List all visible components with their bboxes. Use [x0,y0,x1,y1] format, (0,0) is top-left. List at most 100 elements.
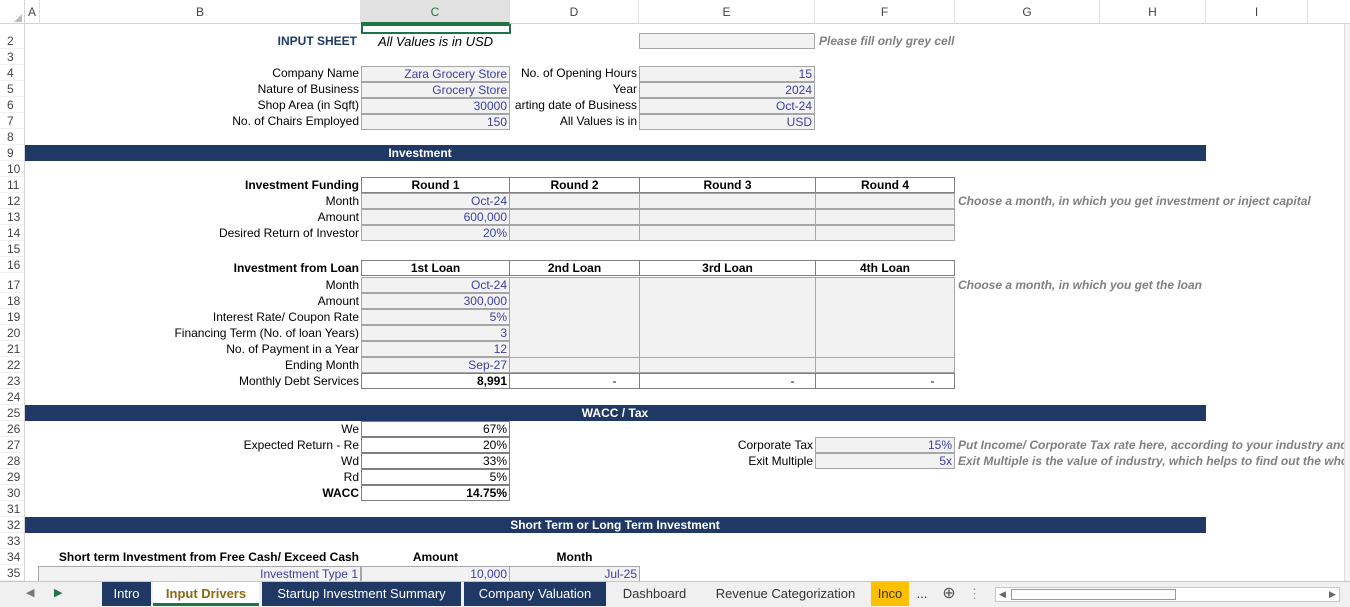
loan1-amount-input[interactable]: 300,000 [361,293,510,309]
row-number[interactable]: 8 [0,129,24,145]
opening-hours-input[interactable]: 15 [639,66,815,82]
loan1-rate-input[interactable]: 5% [361,309,510,325]
shop-area-input[interactable]: 30000 [361,98,510,114]
vertical-scrollbar[interactable] [1344,24,1350,581]
exit-multiple-hint: Exit Multiple is the value of industry, … [958,454,1344,468]
tab-scroll-right-icon[interactable]: ▶ [54,586,62,599]
loan1-term-input[interactable]: 3 [361,325,510,341]
add-sheet-icon[interactable]: ⊕ [939,582,959,606]
loan1-payments-input[interactable]: 12 [361,341,510,357]
round4-month-input[interactable] [815,193,955,209]
scroll-right-arrow-icon[interactable]: ▶ [1326,588,1339,601]
row-number[interactable]: 14 [0,225,24,241]
tab-revenue-categorization[interactable]: Revenue Categorization [703,582,868,606]
we-value: 67% [361,421,510,437]
corp-tax-input[interactable]: 15% [815,437,955,453]
tab-company-valuation[interactable]: Company Valuation [464,582,606,606]
row-number[interactable]: 17 [0,277,24,293]
row-number[interactable]: 19 [0,309,24,325]
round3-month-input[interactable] [639,193,816,209]
active-cell-c1[interactable] [361,24,511,34]
loan2-inputs[interactable] [509,277,640,358]
scroll-left-arrow-icon[interactable]: ◀ [996,588,1009,601]
row-number[interactable]: 28 [0,453,24,469]
row-number[interactable]: 30 [0,485,24,501]
col-h[interactable]: H [1100,0,1206,24]
row-number[interactable]: 12 [0,193,24,209]
col-e[interactable]: E [639,0,815,24]
loan3-inputs[interactable] [639,277,816,358]
horizontal-scrollbar[interactable]: ◀ ▶ [995,587,1340,602]
row-number[interactable]: 20 [0,325,24,341]
row-number[interactable]: 26 [0,421,24,437]
loan1-month-input[interactable]: Oct-24 [361,277,510,293]
chairs-input[interactable]: 150 [361,114,510,130]
company-name-input[interactable]: Zara Grocery Store [361,66,510,82]
tab-startup-investment-summary[interactable]: Startup Investment Summary [262,582,461,606]
row-number[interactable]: 35 [0,565,24,581]
nature-input[interactable]: Grocery Store [361,82,510,98]
tab-input-drivers[interactable]: Input Drivers [153,582,259,606]
tab-income[interactable]: Inco [871,582,909,606]
row-number[interactable]: 34 [0,549,24,565]
row-number[interactable]: 10 [0,161,24,177]
row-number[interactable]: 24 [0,389,24,405]
select-all-corner[interactable] [0,0,25,24]
row-number[interactable]: 6 [0,97,24,113]
row-number[interactable]: 32 [0,517,24,533]
row-number[interactable]: 31 [0,501,24,517]
round4-return-input[interactable] [815,225,955,241]
rd-value: 5% [361,469,510,485]
row-number[interactable]: 16 [0,257,24,273]
splitter-handle-icon[interactable]: ⋮ [968,582,981,606]
values-in-input[interactable]: USD [639,114,815,130]
row-number[interactable]: 5 [0,81,24,97]
col-c[interactable]: C [361,0,510,24]
row-number[interactable]: 33 [0,533,24,549]
round2-month-input[interactable] [509,193,640,209]
round1-amount-input[interactable]: 600,000 [361,209,510,225]
tab-overflow-ellipsis[interactable]: ... [910,582,934,606]
col-i[interactable]: I [1206,0,1308,24]
row-number[interactable]: 29 [0,469,24,485]
row-number[interactable]: 25 [0,405,24,421]
col-f[interactable]: F [815,0,955,24]
row-number[interactable]: 4 [0,65,24,81]
round2-return-input[interactable] [509,225,640,241]
investment-type-1-month[interactable]: Jul-25 [509,566,640,582]
loan-hint: Choose a month, in which you get the loa… [958,278,1203,292]
row-number[interactable]: 13 [0,209,24,225]
loan4-inputs[interactable] [815,277,955,358]
investment-type-1-amount[interactable]: 10,000 [361,566,510,582]
row-number[interactable]: 22 [0,357,24,373]
row-number[interactable]: 7 [0,113,24,129]
tab-scroll-left-icon[interactable]: ◀ [26,586,34,599]
col-a[interactable]: A [25,0,40,24]
round3-amount-input[interactable] [639,209,816,225]
sample-grey-cell[interactable] [639,33,815,49]
row-number[interactable]: 23 [0,373,24,389]
col-b[interactable]: B [40,0,361,24]
tab-dashboard[interactable]: Dashboard [608,582,701,606]
scrollbar-thumb[interactable] [1011,589,1176,600]
round1-month-input[interactable]: Oct-24 [361,193,510,209]
row-number[interactable]: 11 [0,177,24,193]
col-d[interactable]: D [510,0,639,24]
row-number[interactable]: 27 [0,437,24,453]
row-number[interactable]: 2 [0,33,24,49]
round2-amount-input[interactable] [509,209,640,225]
exit-multiple-input[interactable]: 5x [815,453,955,469]
row-number[interactable]: 9 [0,145,24,161]
col-g[interactable]: G [955,0,1100,24]
year-input[interactable]: 2024 [639,82,815,98]
round4-amount-input[interactable] [815,209,955,225]
row-number[interactable]: 18 [0,293,24,309]
investment-type-1-label[interactable]: Investment Type 1 [38,566,361,582]
row-number[interactable]: 21 [0,341,24,357]
row-number[interactable]: 3 [0,49,24,65]
start-date-input[interactable]: Oct-24 [639,98,815,114]
round1-return-input[interactable]: 20% [361,225,510,241]
tab-intro[interactable]: Intro [102,582,151,606]
row-number[interactable]: 15 [0,241,24,257]
round3-return-input[interactable] [639,225,816,241]
